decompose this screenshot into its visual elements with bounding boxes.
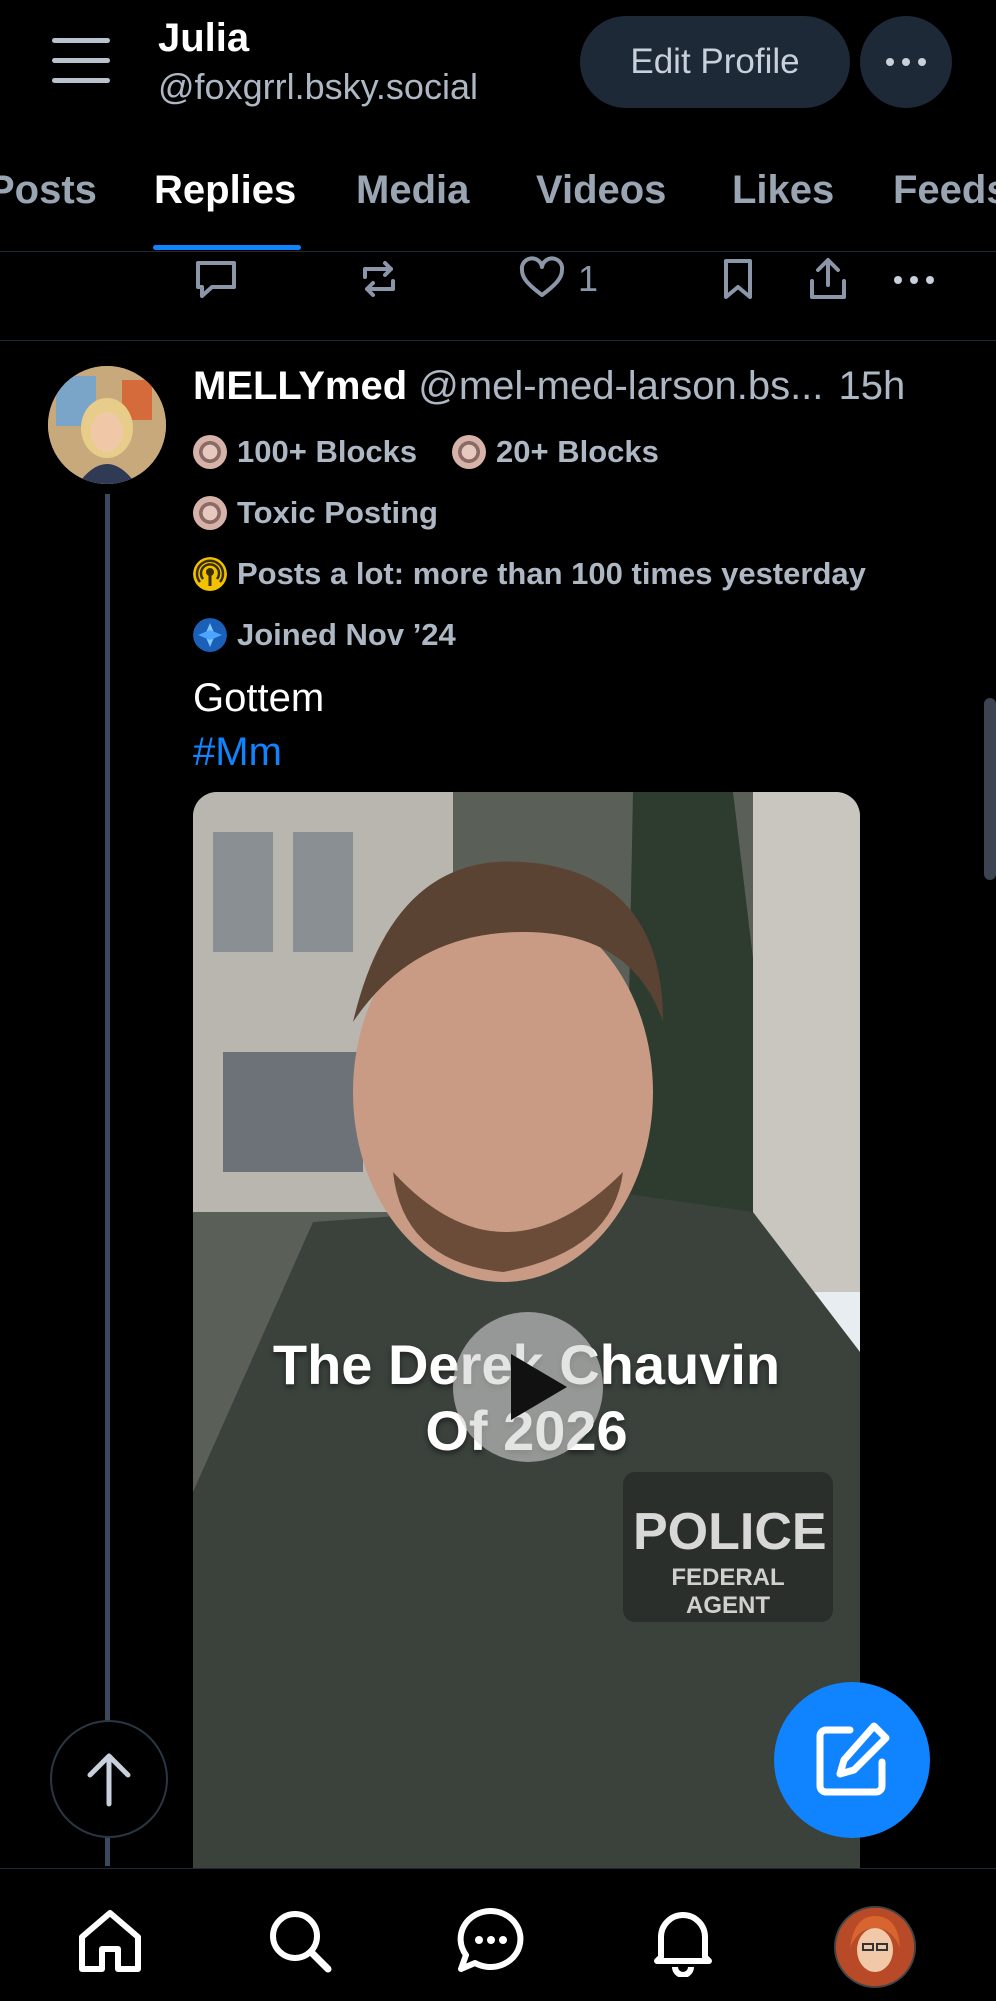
video-player[interactable]: POLICE FEDERAL AGENT The Derek Chauvin O…: [193, 792, 860, 1872]
tab-media[interactable]: Media: [356, 168, 469, 213]
profile-handle: @foxgrrl.bsky.social: [158, 66, 478, 107]
tab-posts[interactable]: Posts: [0, 168, 97, 213]
post-author[interactable]: MELLYmed @mel-med-larson.bs... 15h: [193, 364, 905, 409]
dot: [926, 276, 934, 284]
tab-videos[interactable]: Videos: [536, 168, 666, 213]
label-badge[interactable]: 20+ Blocks: [452, 434, 659, 470]
dot: [894, 276, 902, 284]
hamburger-icon: [52, 38, 110, 43]
play-icon[interactable]: [453, 1312, 603, 1462]
bell-icon[interactable]: [647, 1905, 719, 1977]
author-handle: @mel-med-larson.bs...: [418, 364, 824, 408]
share-icon[interactable]: [804, 255, 852, 303]
vest-text-agent: FEDERAL AGENT: [671, 1564, 785, 1619]
compose-button[interactable]: [774, 1682, 930, 1838]
block-badge-icon: [193, 435, 227, 469]
scrollbar[interactable]: [984, 698, 996, 880]
tab-feeds[interactable]: Feeds: [893, 168, 996, 213]
bookmark-icon[interactable]: [714, 255, 762, 303]
like-icon[interactable]: [518, 255, 566, 303]
avatar-image: [48, 366, 166, 484]
tab-likes[interactable]: Likes: [732, 168, 834, 213]
label-badge[interactable]: Joined Nov ’24: [193, 617, 456, 653]
thread-line: [105, 494, 110, 1866]
post-text: Gottem: [193, 676, 325, 720]
label-text: 100+ Blocks: [237, 434, 418, 469]
label-text: Joined Nov ’24: [237, 617, 456, 652]
hashtag-link[interactable]: #Mm: [193, 730, 282, 775]
menu-button[interactable]: [52, 38, 110, 84]
broadcast-badge-icon: [193, 557, 227, 591]
label-text: 20+ Blocks: [496, 434, 659, 469]
compose-icon: [816, 1722, 890, 1796]
ellipsis-icon: [886, 58, 894, 66]
profile-avatar-image: [836, 1908, 914, 1986]
profile-name: Julia: [158, 16, 250, 60]
profile-tabs: Posts Replies Media Videos Likes Feeds: [0, 150, 996, 252]
ellipsis-dot: [902, 58, 910, 66]
ellipsis-dot: [918, 58, 926, 66]
post-more-icon[interactable]: [894, 276, 934, 284]
author-name: MELLYmed: [193, 364, 408, 408]
home-icon[interactable]: [74, 1905, 146, 1977]
post-time: 15h: [838, 364, 906, 408]
arrow-up-icon: [87, 1753, 131, 1807]
reply-icon[interactable]: [192, 255, 240, 303]
label-badge[interactable]: Posts a lot: more than 100 times yesterd…: [193, 556, 866, 592]
label-text: Posts a lot: more than 100 times yesterd…: [237, 556, 866, 591]
chat-icon[interactable]: [455, 1905, 527, 1977]
search-icon[interactable]: [264, 1905, 336, 1977]
new-user-badge-icon: [193, 618, 227, 652]
label-badge[interactable]: Toxic Posting: [193, 495, 438, 531]
repost-icon[interactable]: [355, 255, 403, 303]
profile-avatar[interactable]: [834, 1906, 916, 1988]
block-badge-icon: [193, 496, 227, 530]
label-badge[interactable]: 100+ Blocks: [193, 434, 417, 470]
label-text: Toxic Posting: [237, 495, 438, 530]
tabs-divider: [0, 251, 996, 252]
hamburger-icon-line: [52, 78, 110, 83]
vest-text-police: POLICE: [633, 1503, 827, 1561]
scroll-to-top-button[interactable]: [50, 1720, 168, 1838]
author-avatar[interactable]: [48, 366, 166, 484]
like-count: 1: [578, 258, 599, 299]
edit-profile-button[interactable]: Edit Profile: [580, 16, 850, 108]
block-badge-icon: [452, 435, 486, 469]
post-divider: [0, 340, 996, 341]
active-tab-indicator: [153, 245, 301, 250]
more-options-button[interactable]: [860, 16, 952, 108]
tab-replies[interactable]: Replies: [154, 168, 296, 213]
hamburger-icon-line: [52, 58, 110, 63]
dot: [910, 276, 918, 284]
